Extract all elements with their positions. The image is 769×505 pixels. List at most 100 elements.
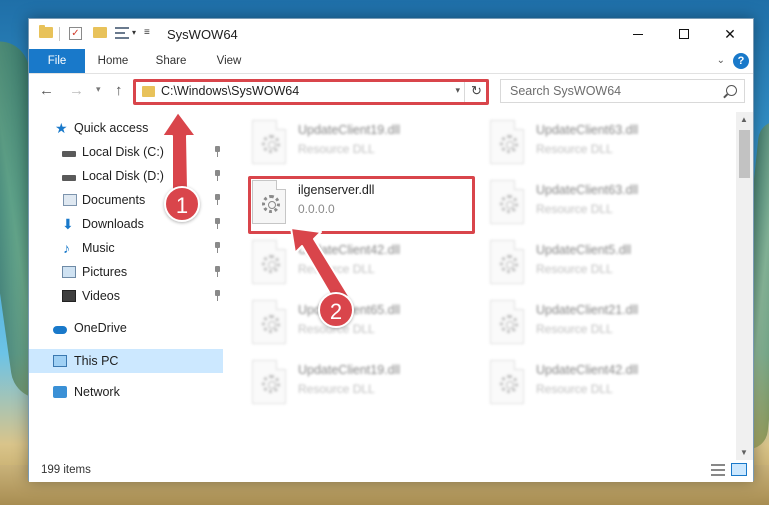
file-explorer-window: ✓ ▾ ≡ SysWOW64 ✕ File Home Share View ⌄ … <box>28 18 754 482</box>
tab-home[interactable]: Home <box>91 49 135 73</box>
nav-item-onedrive[interactable]: OneDrive <box>29 316 223 340</box>
file-type: Resource DLL <box>298 142 375 156</box>
search-input[interactable] <box>501 80 716 102</box>
maximize-button[interactable] <box>661 19 707 49</box>
gear-icon <box>500 375 518 393</box>
nav-item-local-disk-d[interactable]: Local Disk (D:) <box>29 164 223 188</box>
navigation-pane: ★ Quick access Local Disk (C:) Local Dis… <box>29 112 223 460</box>
gear-icon <box>500 195 518 213</box>
maximize-icon <box>679 29 689 39</box>
tab-file[interactable]: File <box>29 49 85 73</box>
file-tile[interactable]: UpdateClient19.dll Resource DLL <box>248 118 476 170</box>
file-type: Resource DLL <box>536 382 613 396</box>
address-highlight-box <box>133 79 489 105</box>
nav-item-videos[interactable]: Videos <box>29 284 223 308</box>
nav-item-label: OneDrive <box>74 321 127 335</box>
nav-item-this-pc[interactable]: This PC <box>29 349 223 373</box>
scrollbar-thumb[interactable] <box>739 130 750 178</box>
file-tile[interactable]: UpdateClient42.dll Resource DLL <box>486 358 714 410</box>
gear-icon <box>500 255 518 273</box>
file-tile[interactable]: UpdateClient5.dll Resource DLL <box>486 238 714 290</box>
file-name: UpdateClient63.dll <box>536 123 639 137</box>
nav-item-pictures[interactable]: Pictures <box>29 260 223 284</box>
tab-view[interactable]: View <box>207 49 251 73</box>
pictures-icon <box>62 266 76 278</box>
help-icon[interactable]: ? <box>733 53 749 69</box>
file-name: UpdateClient42.dll <box>536 363 639 377</box>
search-box[interactable] <box>500 79 745 103</box>
file-name: UpdateClient19.dll <box>298 123 401 137</box>
video-film-icon <box>62 290 76 302</box>
nav-item-local-disk-c[interactable]: Local Disk (C:) <box>29 140 223 164</box>
back-arrow-icon[interactable]: ← <box>39 82 54 99</box>
pin-icon[interactable] <box>213 146 221 157</box>
nav-item-label: Network <box>74 385 120 399</box>
large-icons-view-icon[interactable] <box>731 463 747 476</box>
vertical-scrollbar[interactable]: ▲ ▼ <box>736 112 753 460</box>
file-name: UpdateClient5.dll <box>536 243 632 257</box>
details-view-icon[interactable] <box>711 464 725 476</box>
scroll-down-icon[interactable]: ▼ <box>740 448 748 457</box>
file-name: UpdateClient21.dll <box>536 303 639 317</box>
file-name: UpdateClient19.dll <box>298 363 401 377</box>
step-1-badge: 1 <box>164 186 200 222</box>
file-type: Resource DLL <box>298 262 375 276</box>
file-type: Resource DLL <box>536 262 613 276</box>
pin-icon[interactable] <box>213 170 221 181</box>
minimize-icon <box>633 33 643 35</box>
recent-locations-icon[interactable]: ▾ <box>96 84 101 95</box>
file-tile[interactable]: UpdateClient63.dll Resource DLL <box>486 178 714 230</box>
download-arrow-icon: ⬇ <box>62 216 74 232</box>
properties-check-icon[interactable]: ✓ <box>69 27 82 40</box>
file-name: UpdateClient42.dll <box>298 243 401 257</box>
quick-access-folder-icon[interactable] <box>39 25 53 38</box>
computer-icon <box>53 355 67 367</box>
pin-icon[interactable] <box>213 242 221 253</box>
nav-item-quick-access[interactable]: ★ Quick access <box>29 116 223 140</box>
dll-file-icon <box>490 240 524 284</box>
network-icon <box>53 386 67 398</box>
gear-icon <box>262 135 280 153</box>
expand-ribbon-icon[interactable]: ⌄ <box>717 55 725 66</box>
pin-icon[interactable] <box>213 194 221 205</box>
new-folder-icon[interactable] <box>93 27 107 38</box>
chevron-down-icon[interactable]: ▾ <box>132 28 136 37</box>
item-count: 199 items <box>41 464 91 476</box>
title-bar: ✓ ▾ ≡ SysWOW64 ✕ <box>29 19 753 49</box>
pin-icon[interactable] <box>213 218 221 229</box>
dll-file-icon <box>252 240 286 284</box>
tab-share[interactable]: Share <box>149 49 193 73</box>
file-tile[interactable]: UpdateClient65.dll Resource DLL <box>248 298 476 350</box>
close-icon: ✕ <box>724 25 736 42</box>
nav-item-music[interactable]: ♪ Music <box>29 236 223 260</box>
dll-file-icon <box>490 180 524 224</box>
forward-arrow-icon[interactable]: → <box>69 82 84 99</box>
nav-item-label: Local Disk (D:) <box>82 169 164 183</box>
minimize-button[interactable] <box>615 19 661 49</box>
dll-file-icon <box>490 360 524 404</box>
close-button[interactable]: ✕ <box>707 19 753 49</box>
file-tile[interactable]: UpdateClient21.dll Resource DLL <box>486 298 714 350</box>
nav-item-label: Quick access <box>74 121 149 135</box>
gear-icon <box>262 255 280 273</box>
pin-icon[interactable] <box>213 290 221 301</box>
pin-icon[interactable] <box>213 266 221 277</box>
drive-icon <box>62 151 76 157</box>
dll-file-icon <box>490 120 524 164</box>
properties-icon[interactable] <box>115 27 129 39</box>
gear-icon <box>500 135 518 153</box>
nav-item-network[interactable]: Network <box>29 380 223 404</box>
up-arrow-icon[interactable]: ↑ <box>115 82 123 99</box>
file-tile[interactable]: UpdateClient19.dll Resource DLL <box>248 358 476 410</box>
scroll-up-icon[interactable]: ▲ <box>740 115 748 124</box>
file-type: Resource DLL <box>298 382 375 396</box>
dll-file-icon <box>252 300 286 344</box>
gear-icon <box>262 375 280 393</box>
file-tile[interactable]: UpdateClient42.dll Resource DLL <box>248 238 476 290</box>
music-note-icon: ♪ <box>63 240 70 256</box>
search-icon[interactable] <box>726 85 737 96</box>
file-tile[interactable]: UpdateClient63.dll Resource DLL <box>486 118 714 170</box>
customize-toolbar-icon[interactable]: ≡ <box>144 27 150 38</box>
nav-item-label: Pictures <box>82 265 128 279</box>
file-type: Resource DLL <box>536 142 613 156</box>
